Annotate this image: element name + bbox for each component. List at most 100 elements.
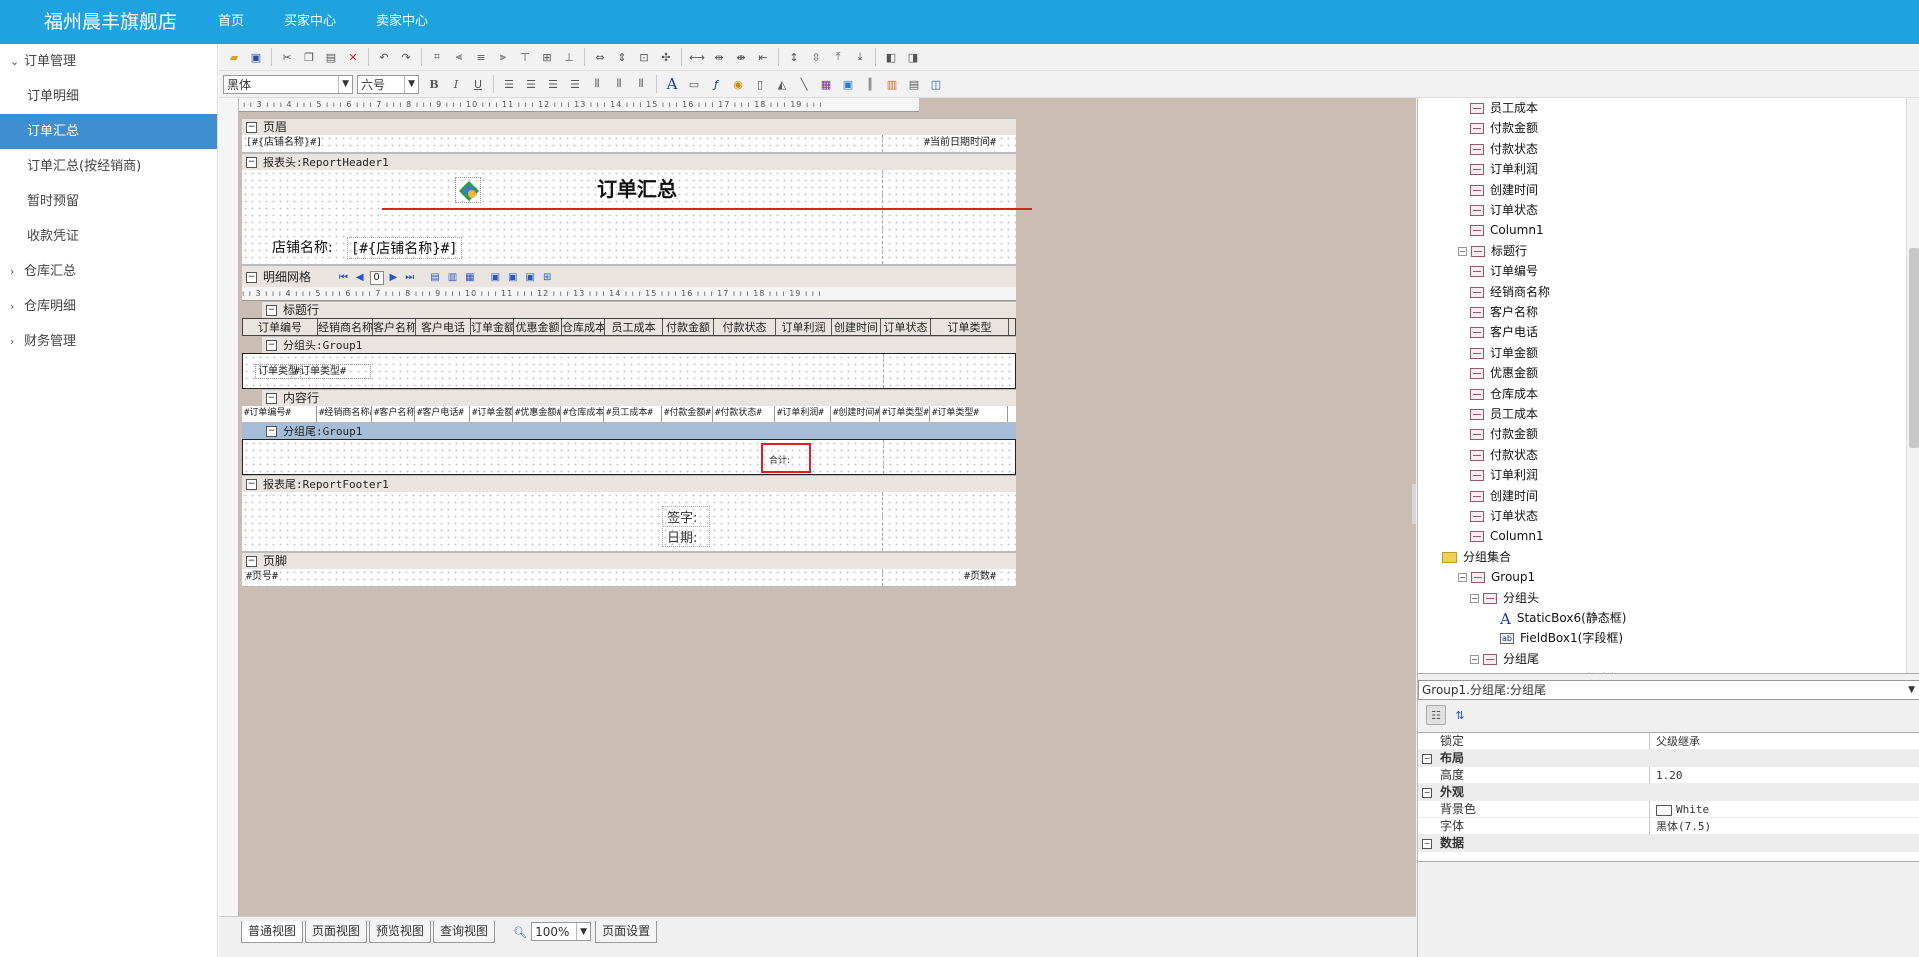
band-detail-grid[interactable]: − 明细网格 ⏮ ◀ 0 ▶ ⏭ ▤ ▥ ▦ ▣ ▣ ▣ ⊞ xyxy=(242,265,1016,287)
tree-node[interactable]: − 分组尾 xyxy=(1470,649,1539,669)
title-column[interactable]: 员工成本 xyxy=(605,319,663,335)
categorized-icon[interactable]: ☷ xyxy=(1426,705,1446,725)
tree-node[interactable]: 经销商名称 xyxy=(1470,282,1550,302)
grid-content-row-icon[interactable]: ▣ xyxy=(508,267,517,289)
subreport-tool-icon[interactable]: ◫ xyxy=(927,75,945,93)
h-spacing-icon[interactable]: ⟷ xyxy=(688,48,706,66)
grid-remove-column-icon[interactable]: ▦ xyxy=(465,267,474,289)
v-spacing-remove-icon[interactable]: ⤓ xyxy=(851,48,869,66)
tree-expander-icon[interactable]: − xyxy=(1470,654,1479,664)
content-cell[interactable]: #客户电话# xyxy=(415,406,470,422)
content-cell[interactable]: #付款金额# xyxy=(662,406,713,422)
shop-name-value-field[interactable]: [#{店铺名称}#] xyxy=(347,237,462,259)
panel-splitter[interactable] xyxy=(1412,484,1416,524)
tree-node[interactable]: A StaticBox6(静态框) xyxy=(1500,608,1626,628)
next-page-icon[interactable]: ▶ xyxy=(390,267,398,289)
current-datetime-field[interactable]: #当前日期时间# xyxy=(922,136,998,151)
tree-node[interactable]: 付款状态 xyxy=(1470,445,1538,465)
content-cell[interactable]: #优惠金额# xyxy=(513,406,561,422)
title-column[interactable]: 创建时间 xyxy=(832,319,881,335)
design-canvas[interactable]: ı ı 3 ı ı ı 4 ı ı ı 5 ı ı ı 6 ı ı ı 7 ı … xyxy=(219,98,1416,916)
content-cell[interactable]: #订单类型# xyxy=(930,406,1008,422)
collapse-icon[interactable]: − xyxy=(266,426,277,437)
tree-node[interactable]: Column1 xyxy=(1470,526,1544,546)
tree-node[interactable]: 员工成本 xyxy=(1470,98,1538,118)
tree-node[interactable]: − 标题行 xyxy=(1458,241,1527,261)
align-right-icon[interactable]: ⫸ xyxy=(494,48,512,66)
tree-node[interactable]: 创建时间 xyxy=(1470,486,1538,506)
collapse-icon[interactable]: − xyxy=(1422,753,1432,764)
collapse-icon[interactable]: − xyxy=(246,157,257,168)
title-column[interactable]: 优惠金额 xyxy=(514,319,562,335)
grid-group-icon[interactable]: ▣ xyxy=(526,267,535,289)
page-count-field[interactable]: #页数# xyxy=(962,570,998,585)
center-icon[interactable]: ✣ xyxy=(657,48,675,66)
sidebar-item-order-summary-by-dealer[interactable]: 订单汇总(按经销商) xyxy=(0,149,217,184)
property-category[interactable]: − 布局 xyxy=(1418,750,1919,767)
tree-node[interactable]: 仓库成本 xyxy=(1470,384,1538,404)
barcode2-tool-icon[interactable]: ║ xyxy=(861,75,879,93)
band-group-header-body[interactable]: 订单类型 #订单类型# xyxy=(242,353,1016,389)
property-value[interactable]: White xyxy=(1650,801,1919,818)
h-spacing-decrease-icon[interactable]: ⇼ xyxy=(732,48,750,66)
band-title-row[interactable]: − 标题行 xyxy=(262,301,1016,318)
shop-name-label[interactable]: 店铺名称: xyxy=(272,237,333,257)
total-static-box[interactable]: 合计: xyxy=(761,443,811,473)
sort-alpha-icon[interactable]: ⇅ xyxy=(1450,705,1470,725)
collapse-icon[interactable]: − xyxy=(1422,838,1432,849)
tree-node[interactable]: 员工成本 xyxy=(1470,404,1538,424)
band-group-header[interactable]: − 分组头:Group1 xyxy=(262,336,1016,353)
property-row[interactable]: 字体 黑体(7.5) xyxy=(1418,818,1919,835)
grid-table-icon[interactable]: ⊞ xyxy=(543,267,551,289)
heading-underline[interactable] xyxy=(382,208,1032,210)
property-row[interactable]: 锁定 父级继承 xyxy=(1418,733,1919,750)
same-width-icon[interactable]: ⇔ xyxy=(591,48,609,66)
page-setup-button[interactable]: 页面设置 xyxy=(595,921,658,943)
content-cell[interactable]: #仓库成本# xyxy=(561,406,604,422)
send-back-icon[interactable]: ◨ xyxy=(904,48,922,66)
grid-add-column-icon[interactable]: ▥ xyxy=(448,267,457,289)
title-column[interactable]: 订单金额 xyxy=(471,319,514,335)
line-tool-icon[interactable]: ╲ xyxy=(795,75,813,93)
tree-expander-icon[interactable]: − xyxy=(1458,573,1467,583)
title-column[interactable]: 付款金额 xyxy=(663,319,714,335)
grid-title-row-icon[interactable]: ▣ xyxy=(491,267,500,289)
tree-node[interactable]: − 分组头 xyxy=(1470,588,1539,608)
redo-icon[interactable]: ↷ xyxy=(397,48,415,66)
tree-node[interactable]: 订单金额 xyxy=(1470,343,1538,363)
sidebar-item-order-detail[interactable]: 订单明细 xyxy=(0,79,217,114)
save-icon[interactable]: ▣ xyxy=(247,48,265,66)
text-justify-icon[interactable]: ☰ xyxy=(566,75,584,93)
tree-node[interactable]: 订单状态 xyxy=(1470,506,1538,526)
copy-icon[interactable]: ❐ xyxy=(300,48,318,66)
collapse-icon[interactable]: − xyxy=(246,556,257,567)
tree-node[interactable]: 订单状态 xyxy=(1470,200,1538,220)
barcode-tool-icon[interactable]: ▦ xyxy=(817,75,835,93)
nav-seller-center[interactable]: 卖家中心 xyxy=(376,0,428,44)
tree-node[interactable]: 优惠金额 xyxy=(1470,363,1538,383)
content-cell[interactable]: #订单编号# xyxy=(242,406,317,422)
tree-node[interactable]: Column1 xyxy=(1470,220,1544,240)
underline-button[interactable]: U xyxy=(469,75,487,93)
tree-node[interactable]: 分组集合 xyxy=(1442,547,1511,567)
nav-buyer-center[interactable]: 买家中心 xyxy=(284,0,336,44)
title-column[interactable]: 付款状态 xyxy=(714,319,776,335)
content-cell[interactable]: #订单利润# xyxy=(775,406,831,422)
band-page-footer[interactable]: − 页脚 xyxy=(242,552,1016,569)
formula-tool-icon[interactable]: ƒ xyxy=(707,75,725,93)
collapse-icon[interactable]: − xyxy=(246,479,257,490)
tree-scroll-thumb[interactable] xyxy=(1909,248,1919,448)
content-cell[interactable]: #付款状态# xyxy=(713,406,775,422)
h-spacing-remove-icon[interactable]: ⇤ xyxy=(754,48,772,66)
title-column[interactable]: 仓库成本 xyxy=(562,319,605,335)
content-cell[interactable]: #订单类型# xyxy=(880,406,930,422)
tree-node[interactable]: 客户电话 xyxy=(1470,322,1538,342)
tree-expander-icon[interactable]: − xyxy=(1470,593,1479,603)
bring-front-icon[interactable]: ◧ xyxy=(882,48,900,66)
band-report-footer-body[interactable]: 签字: 日期: xyxy=(242,492,1016,552)
tab-preview-view[interactable]: 预览视图 xyxy=(369,921,432,943)
undo-icon[interactable]: ↶ xyxy=(375,48,393,66)
content-cell[interactable]: #订单金额# xyxy=(470,406,513,422)
band-page-header-body[interactable]: [#{店铺名称}#] #当前日期时间# xyxy=(242,135,1016,153)
picture-tool-icon[interactable]: ◭ xyxy=(773,75,791,93)
